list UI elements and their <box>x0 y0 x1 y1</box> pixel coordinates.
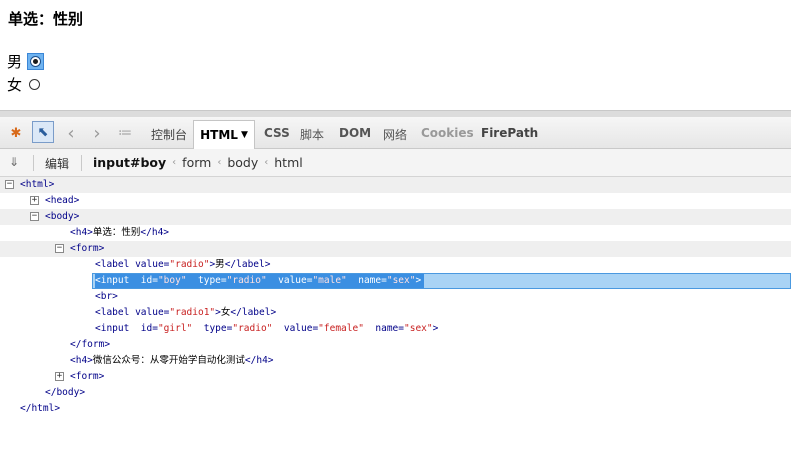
chevron-down-icon[interactable]: ▼ <box>241 130 248 140</box>
forward-icon[interactable]: › <box>90 123 104 144</box>
tab-net[interactable]: 网络 <box>383 126 407 143</box>
edit-button[interactable]: 编辑 <box>45 155 69 172</box>
expand-all-icon[interactable]: ⇓ <box>9 155 23 169</box>
breadcrumb-bar: ⇓ 编辑 input#boy ‹ form ‹ body ‹ html <box>0 149 791 177</box>
tree-row-input[interactable]: <input id="girl" type="radio" value="fem… <box>0 321 791 337</box>
tag-body: <body> <box>45 211 80 222</box>
page-heading: 单选：性别 <box>8 10 84 28</box>
chevron-left-icon: ‹ <box>172 157 177 168</box>
firebug-toolbar: ✱ ⬉ ‹ › ≔ 控制台 HTML ▼ CSS 脚本 DOM 网络 Cooki… <box>0 117 791 149</box>
tag-html: <html> <box>20 179 55 190</box>
tree-row-input-selected[interactable]: <input id="boy" type="radio" value="male… <box>0 273 791 289</box>
tree-row-head[interactable]: + <head> <box>0 193 791 209</box>
command-line-icon[interactable]: ≔ <box>116 124 134 142</box>
page-content: 单选：性别 男 女 <box>0 0 791 110</box>
firebug-icon[interactable]: ✱ <box>8 124 24 142</box>
firebug-panel: ✱ ⬉ ‹ › ≔ 控制台 HTML ▼ CSS 脚本 DOM 网络 Cooki… <box>0 110 791 426</box>
tab-dom[interactable]: DOM <box>339 126 371 140</box>
collapse-icon[interactable]: − <box>55 244 64 253</box>
panel-splitter[interactable] <box>0 110 791 117</box>
tab-css[interactable]: CSS <box>264 126 290 140</box>
tree-row-form[interactable]: + <form> <box>0 369 791 385</box>
tag-h4: <h4>单选：性别</h4> <box>70 227 170 238</box>
radio-option-female: 女 <box>7 74 41 94</box>
chevron-left-icon: ‹ <box>264 157 269 168</box>
tree-row-form-close[interactable]: </form> <box>0 337 791 353</box>
tab-html[interactable]: HTML ▼ <box>193 120 255 149</box>
tab-console[interactable]: 控制台 <box>151 126 187 143</box>
tree-row-h4[interactable]: <h4>单选：性别</h4> <box>0 225 791 241</box>
radio-option-male: 男 <box>7 51 45 71</box>
tag-input-girl: <input id="girl" type="radio" value="fem… <box>95 323 439 334</box>
tag-form: <form> <box>70 243 105 254</box>
tag-form: <form> <box>70 371 105 382</box>
tag-form-close: </form> <box>70 339 111 350</box>
tag-head: <head> <box>45 195 80 206</box>
tree-row-label[interactable]: <label value="radio1">女</label> <box>0 305 791 321</box>
radio-male[interactable] <box>30 55 42 67</box>
radio-female[interactable] <box>29 78 41 90</box>
html-tree: − <html> + <head> − <body> <h4>单选：性别</h4… <box>0 177 791 426</box>
tree-row-body[interactable]: − <body> <box>0 209 791 225</box>
toolbar-divider <box>81 155 82 171</box>
toolbar-divider <box>33 155 34 171</box>
tree-row-body-close[interactable]: </body> <box>0 385 791 401</box>
radio-label-female: 女 <box>7 75 23 94</box>
breadcrumb-item-form[interactable]: form <box>182 155 211 170</box>
collapse-icon[interactable]: − <box>5 180 14 189</box>
breadcrumb-item-body[interactable]: body <box>227 155 258 170</box>
back-icon[interactable]: ‹ <box>64 123 78 144</box>
tree-row-label[interactable]: <label value="radio">男</label> <box>0 257 791 273</box>
tree-row-h4[interactable]: <h4>微信公众号：从零开始学自动化测试</h4> <box>0 353 791 369</box>
expand-icon[interactable]: + <box>55 372 64 381</box>
tag-body-close: </body> <box>45 387 86 398</box>
tree-row-form[interactable]: − <form> <box>0 241 791 257</box>
tag-h4: <h4>微信公众号：从零开始学自动化测试</h4> <box>70 355 274 366</box>
radio-highlight[interactable] <box>27 52 45 70</box>
tag-input-boy: <input id="boy" type="radio" value="male… <box>95 274 425 288</box>
breadcrumb-item-html[interactable]: html <box>274 155 302 170</box>
breadcrumb-current[interactable]: input#boy <box>93 155 166 170</box>
tag-label: <label value="radio">男</label> <box>95 259 271 270</box>
tab-firepath[interactable]: FirePath <box>481 126 538 140</box>
breadcrumb: input#boy ‹ form ‹ body ‹ html <box>93 155 303 170</box>
tab-html-label: HTML <box>200 128 238 142</box>
inspect-icon[interactable]: ⬉ <box>32 121 54 143</box>
tab-cookies[interactable]: Cookies <box>421 126 474 140</box>
tag-label: <label value="radio1">女</label> <box>95 307 277 318</box>
expand-icon[interactable]: + <box>30 196 39 205</box>
tree-row-html-close[interactable]: </html> <box>0 401 791 417</box>
radio-label-male: 男 <box>7 52 23 71</box>
selected-row-highlight: <input id="boy" type="radio" value="male… <box>92 273 791 289</box>
collapse-icon[interactable]: − <box>30 212 39 221</box>
tree-row-html[interactable]: − <html> <box>0 177 791 193</box>
tab-script[interactable]: 脚本 <box>300 126 324 143</box>
chevron-left-icon: ‹ <box>217 157 222 168</box>
tag-br: <br> <box>95 291 118 302</box>
tree-row-br[interactable]: <br> <box>0 289 791 305</box>
tag-html-close: </html> <box>20 403 61 414</box>
